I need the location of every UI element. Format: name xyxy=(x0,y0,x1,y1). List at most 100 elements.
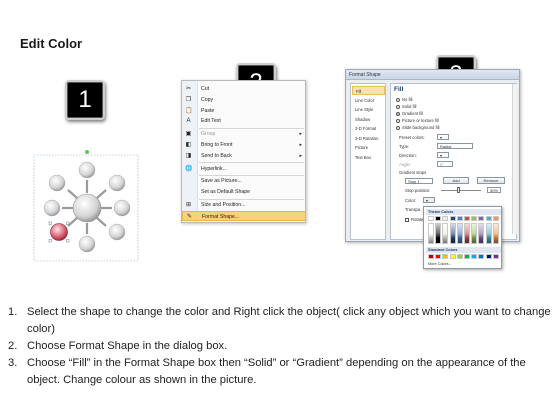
radio-dot[interactable] xyxy=(396,97,400,102)
nav-item-shadow[interactable]: Shadow xyxy=(352,115,385,124)
menu-item-label: Copy xyxy=(201,96,214,103)
swatch[interactable] xyxy=(471,216,478,221)
menu-item-group[interactable]: ▣ Group ▸ xyxy=(182,129,306,139)
type-select[interactable]: Radial xyxy=(437,143,473,149)
dialog-scrollbar[interactable] xyxy=(512,84,517,234)
menu-item-send-to-back[interactable]: ◨ Send to Back ▸ xyxy=(182,151,306,161)
circle-center[interactable] xyxy=(72,193,102,223)
angle-input[interactable]: 0° xyxy=(437,161,453,167)
stop-select[interactable]: Stop 1 xyxy=(405,178,433,184)
menu-item-paste[interactable]: 📋 Paste xyxy=(182,106,306,116)
circle-left[interactable] xyxy=(43,199,61,217)
direction-dropdown[interactable]: ▾ xyxy=(437,152,449,158)
rotate-label: Rotate xyxy=(405,217,423,222)
circle-selected-red[interactable] xyxy=(50,223,68,241)
instruction-item: 2. Choose Format Shape in the dialog box. xyxy=(8,338,553,355)
menu-item-set-as-default-shape[interactable]: Set as Default Shape xyxy=(182,187,306,197)
nav-item-line-style[interactable]: Line Style xyxy=(352,105,385,114)
menu-item-hyperlink[interactable]: 🌐 Hyperlink... xyxy=(182,164,306,174)
more-colors-link[interactable]: More Colors... xyxy=(428,262,452,266)
nav-item-line-color[interactable]: Line Color xyxy=(352,96,385,105)
swatch-shades[interactable] xyxy=(471,222,478,244)
standard-swatch[interactable] xyxy=(428,254,434,259)
nav-item-text-box[interactable]: Text Box xyxy=(352,153,385,162)
radio-no-fill[interactable]: No fill xyxy=(396,96,412,103)
standard-swatch[interactable] xyxy=(449,254,456,259)
nav-item-3-d-rotation[interactable]: 3-D Rotation xyxy=(352,134,385,143)
circle-bottom[interactable] xyxy=(78,235,96,253)
slider-thumb[interactable] xyxy=(457,187,460,193)
angle-label: Angle: xyxy=(399,162,411,167)
standard-swatch[interactable] xyxy=(442,254,449,259)
add-stop-button[interactable]: Add xyxy=(443,177,469,184)
standard-swatch[interactable] xyxy=(485,254,492,259)
nav-item-picture[interactable]: Picture xyxy=(352,143,385,152)
swatch[interactable] xyxy=(449,216,456,221)
rotate-handle[interactable] xyxy=(85,150,89,154)
standard-swatch[interactable] xyxy=(435,254,442,259)
swatch-shades[interactable] xyxy=(449,222,456,244)
menu-item-size-and-position[interactable]: ⊞ Size and Position... xyxy=(182,200,306,210)
radio-label: Picture or texture fill xyxy=(402,118,440,123)
swatch[interactable] xyxy=(456,216,463,221)
menu-item-copy[interactable]: ❐ Copy xyxy=(182,95,306,105)
swatch-shades[interactable] xyxy=(428,222,434,244)
radio-picture-or-texture-fill[interactable]: Picture or texture fill xyxy=(396,117,439,124)
standard-swatch[interactable] xyxy=(471,254,478,259)
nav-item-fill[interactable]: Fill xyxy=(352,86,385,95)
stop-position-slider[interactable] xyxy=(441,190,481,191)
swatch[interactable] xyxy=(492,216,499,221)
swatch-shades[interactable] xyxy=(442,222,449,244)
swatch[interactable] xyxy=(435,216,442,221)
instruction-item: 3. Choose “Fill” in the Format Shape box … xyxy=(8,355,553,389)
menu-item-save-as-picture[interactable]: Save as Picture... xyxy=(182,176,306,186)
preset-colors-dropdown[interactable]: ▾ xyxy=(437,134,449,140)
menu-item-cut[interactable]: ✂ Cut xyxy=(182,84,306,94)
swatch-shades[interactable] xyxy=(456,222,463,244)
nav-item-3-d-format[interactable]: 3-D Format xyxy=(352,124,385,133)
remove-stop-button[interactable]: Remove xyxy=(477,177,505,184)
standard-swatch[interactable] xyxy=(478,254,485,259)
swatch[interactable] xyxy=(464,216,470,221)
swatch[interactable] xyxy=(428,216,434,221)
swatch-shades[interactable] xyxy=(478,222,485,244)
swatch[interactable] xyxy=(442,216,449,221)
swatch-shades[interactable] xyxy=(435,222,442,244)
stop-position-label: Stop position: xyxy=(405,188,431,193)
standard-swatch[interactable] xyxy=(492,254,499,259)
radio-gradient-fill[interactable]: Gradient fill xyxy=(396,110,423,117)
standard-swatch[interactable] xyxy=(456,254,463,259)
radio-dot[interactable] xyxy=(396,125,400,130)
color-button[interactable]: ▾ xyxy=(423,197,435,203)
menu-item-bring-to-front[interactable]: ◧ Bring to Front ▸ xyxy=(182,140,306,150)
swatch-shades[interactable] xyxy=(485,222,492,244)
circle-upper-right[interactable] xyxy=(108,174,126,192)
circle-right[interactable] xyxy=(113,199,131,217)
type-label: Type: xyxy=(399,144,410,149)
instruction-item: 1. Select the shape to change the color a… xyxy=(8,304,553,338)
radio-dot[interactable] xyxy=(396,118,400,123)
standard-swatch[interactable] xyxy=(464,254,470,259)
swatch-shades[interactable] xyxy=(492,222,499,244)
radio-dot[interactable] xyxy=(396,104,400,109)
circle-upper-left[interactable] xyxy=(48,174,66,192)
circle-top[interactable] xyxy=(78,161,96,179)
swatch[interactable] xyxy=(485,216,492,221)
rotate-checkbox[interactable] xyxy=(405,217,409,222)
menu-item-label: Bring to Front xyxy=(201,142,233,148)
menu-item-label: Group xyxy=(201,131,216,138)
radio-dot[interactable] xyxy=(396,111,400,116)
section-heading: Fill xyxy=(394,86,404,93)
swatch[interactable] xyxy=(478,216,485,221)
menu-item-edit-text[interactable]: A Edit Text xyxy=(182,116,306,126)
dialog-nav: Fill Line Color Line Style Shadow 3-D Format… xyxy=(350,83,386,240)
radio-solid-fill[interactable]: Solid fill xyxy=(396,103,416,110)
swatch-shades[interactable] xyxy=(464,222,470,244)
paste-icon: 📋 xyxy=(185,107,193,114)
instructions-list: 1. Select the shape to change the color a… xyxy=(8,304,553,389)
stop-position-input[interactable]: 50% xyxy=(487,187,501,193)
instruction-number: 1. xyxy=(8,306,18,318)
menu-item-format-shape[interactable]: ✎ Format Shape... xyxy=(182,210,306,222)
circle-lower-right[interactable] xyxy=(108,223,126,241)
radio-slide-background-fill[interactable]: Slide background fill xyxy=(396,124,439,131)
